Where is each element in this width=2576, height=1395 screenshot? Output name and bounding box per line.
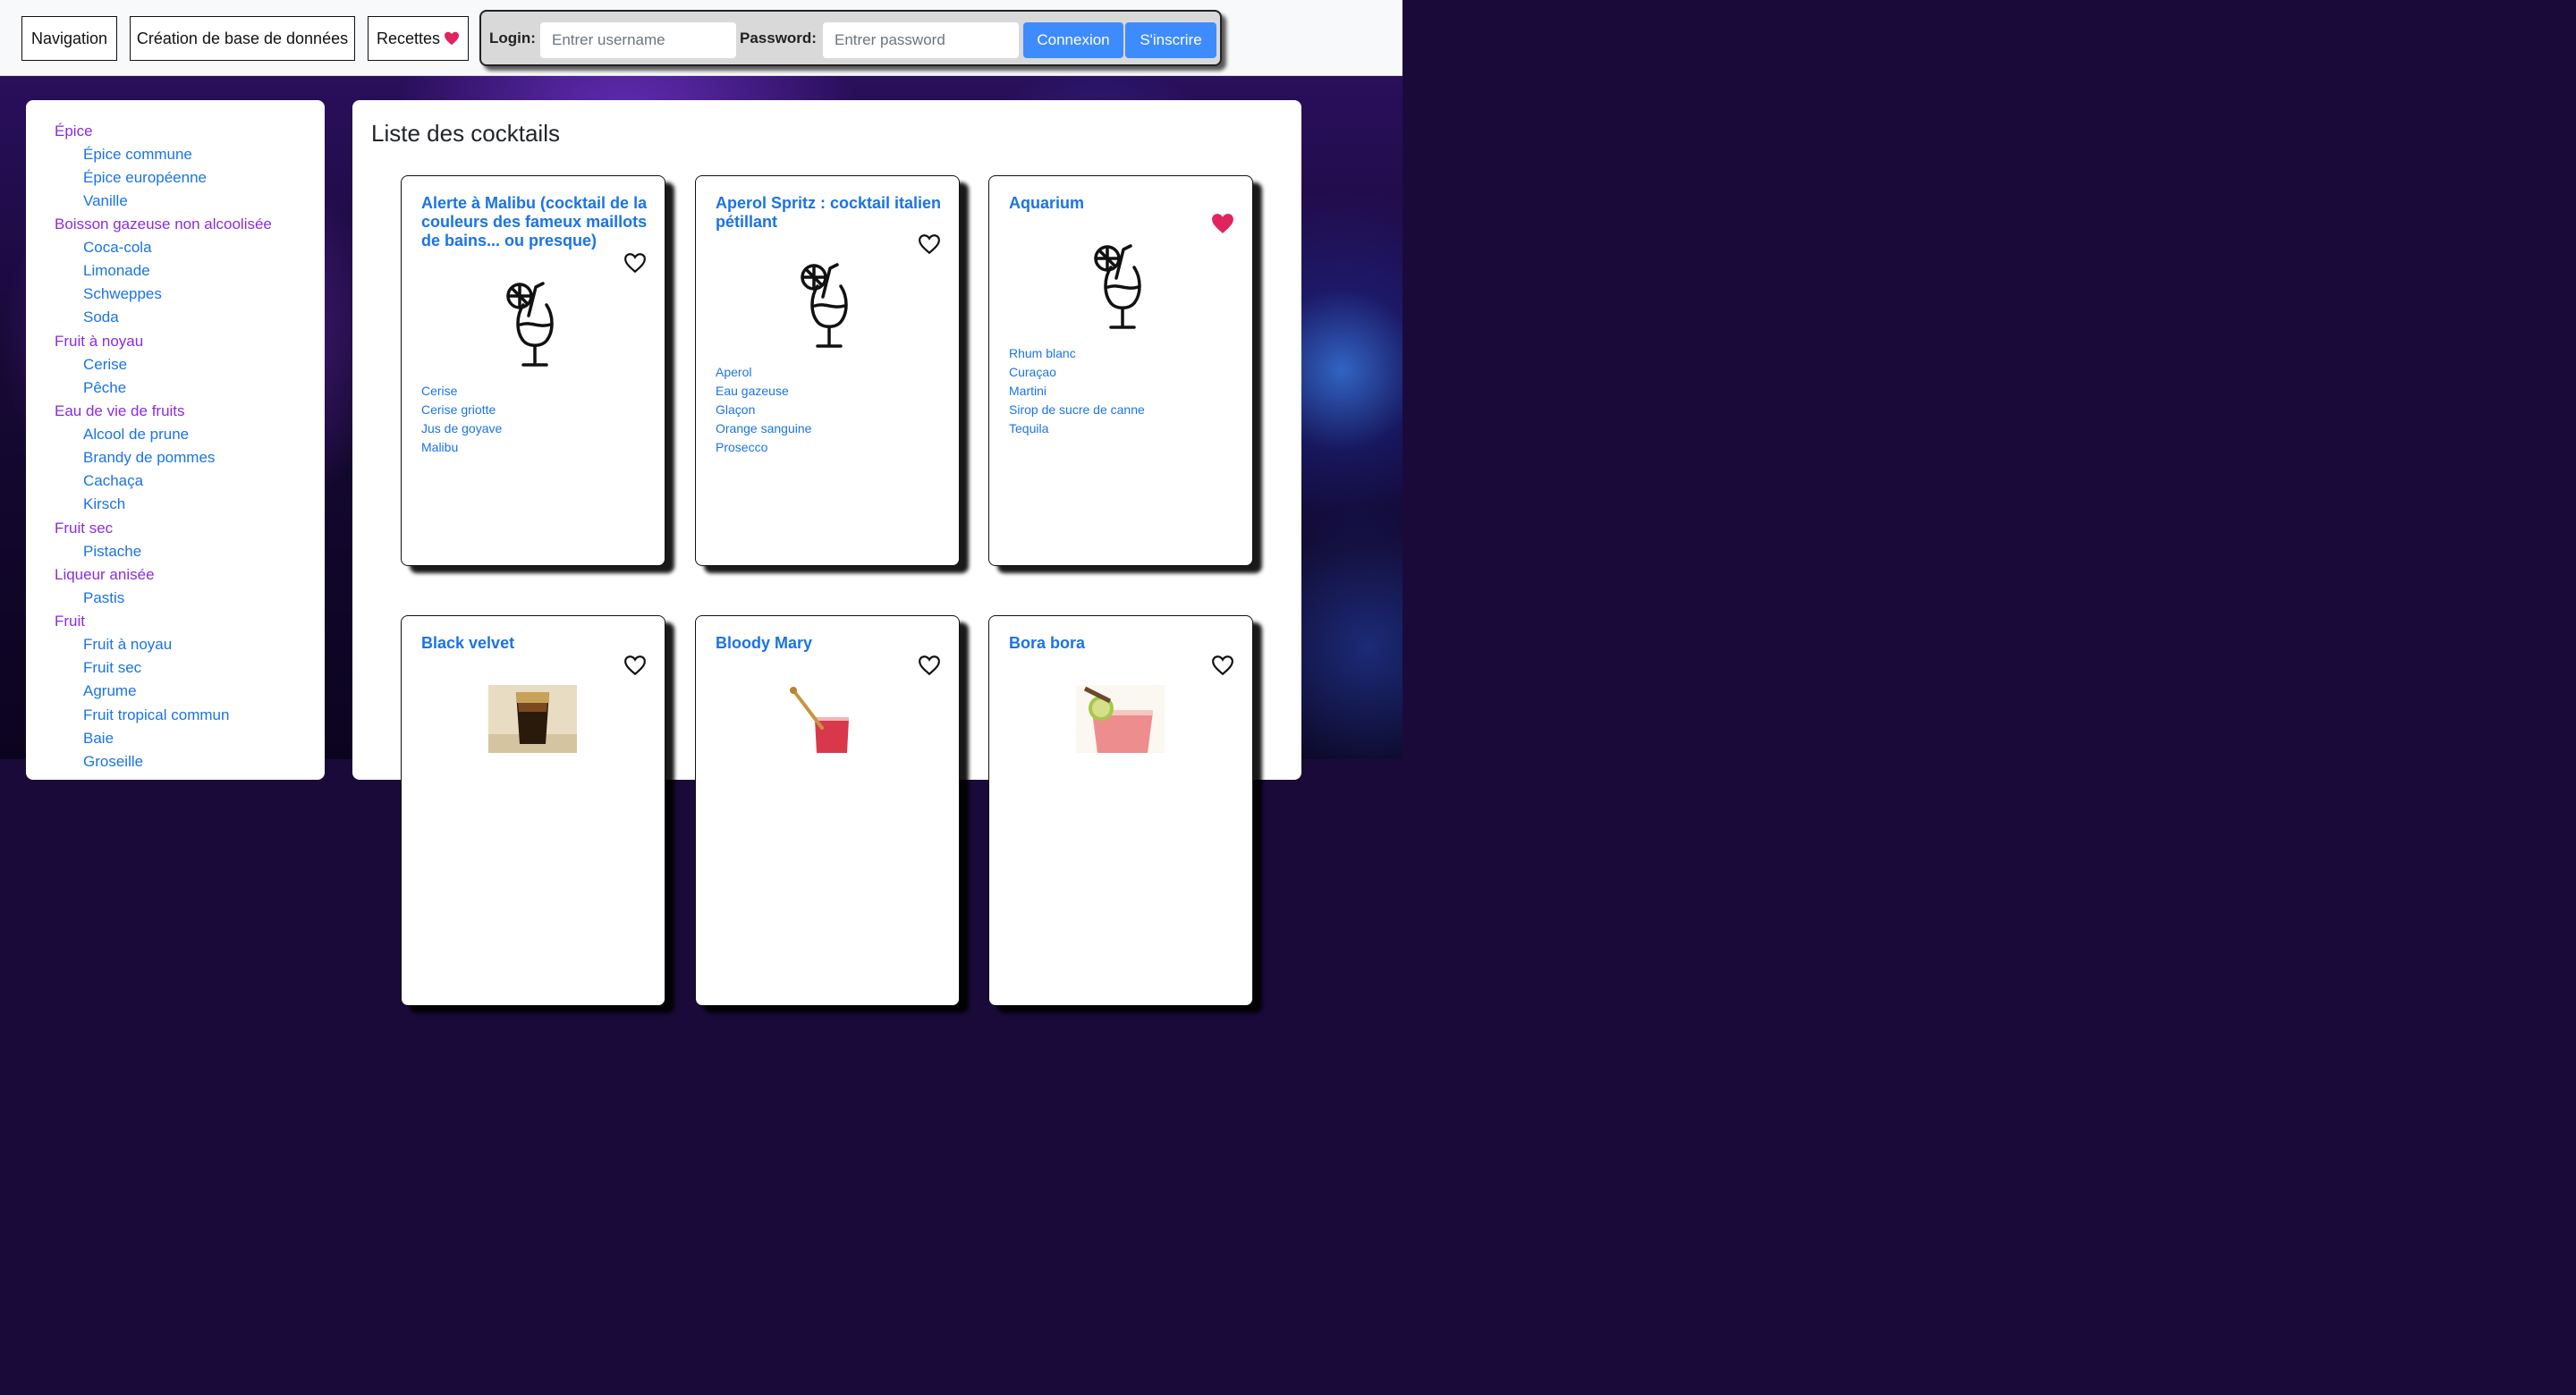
ingredient-list: Rhum blanc Curaçao Martini Sirop de sucr… xyxy=(1009,344,1145,438)
sidebar-item-limonade[interactable]: Limonade xyxy=(83,259,150,283)
cocktail-glass-icon xyxy=(506,282,554,367)
recettes-button[interactable]: Recettes xyxy=(368,16,469,61)
sidebar-item-pistache[interactable]: Pistache xyxy=(83,540,141,563)
sinscrire-button[interactable]: S'inscrire xyxy=(1125,22,1216,58)
password-label: Password: xyxy=(740,30,817,46)
heart-outline-icon[interactable] xyxy=(1211,654,1234,677)
ingredient-link[interactable]: Cerise xyxy=(421,382,502,401)
sidebar-item-groseille[interactable]: Groseille xyxy=(83,750,143,774)
sidebar-item-soda[interactable]: Soda xyxy=(83,306,119,329)
sidebar-category-liqueur-anisee[interactable]: Liqueur anisée xyxy=(55,563,155,587)
sidebar-item-kirsch[interactable]: Kirsch xyxy=(83,493,125,516)
ingredient-link[interactable]: Aperol xyxy=(716,363,811,382)
sidebar-item-epice-commune[interactable]: Épice commune xyxy=(83,143,192,166)
cocktail-glass-icon xyxy=(1094,244,1141,329)
page-title: Liste des cocktails xyxy=(371,120,560,147)
cocktail-title[interactable]: Bloody Mary xyxy=(716,634,945,653)
sidebar-item-cerise[interactable]: Cerise xyxy=(83,353,127,376)
ingredient-link[interactable]: Curaçao xyxy=(1009,363,1145,382)
database-creation-button[interactable]: Création de base de données xyxy=(130,16,355,61)
category-sidebar: Épice Épice commune Épice européenne Van… xyxy=(26,100,325,780)
sidebar-item-agrume[interactable]: Agrume xyxy=(83,680,137,703)
sidebar-category-boisson-gazeuse[interactable]: Boisson gazeuse non alcoolisée xyxy=(55,213,272,236)
cocktail-title[interactable]: Bora bora xyxy=(1009,634,1238,653)
sidebar-item-schweppes[interactable]: Schweppes xyxy=(83,283,162,306)
cocktail-card[interactable]: Bora bora xyxy=(988,615,1253,1006)
navigation-button[interactable]: Navigation xyxy=(21,16,117,61)
ingredient-link[interactable]: Sirop de sucre de canne xyxy=(1009,401,1145,419)
ingredient-link[interactable]: Martini xyxy=(1009,382,1145,401)
sidebar-category-fruit[interactable]: Fruit xyxy=(55,610,85,633)
cocktail-title[interactable]: Aquarium xyxy=(1009,194,1238,213)
sidebar-item-brandy-de-pommes[interactable]: Brandy de pommes xyxy=(83,446,215,469)
sidebar-item-fruit-sec[interactable]: Fruit sec xyxy=(83,656,141,680)
sidebar-category-fruit-a-noyau[interactable]: Fruit à noyau xyxy=(55,330,143,353)
sidebar-item-peche[interactable]: Pêche xyxy=(83,376,126,400)
cocktail-card[interactable]: Alerte à Malibu (cocktail de la couleurs… xyxy=(401,175,665,566)
sidebar-item-coca-cola[interactable]: Coca-cola xyxy=(83,236,152,259)
ingredient-link[interactable]: Rhum blanc xyxy=(1009,344,1145,363)
sidebar-item-baie[interactable]: Baie xyxy=(83,727,114,750)
cocktail-title[interactable]: Aperol Spritz : cocktail italien pétilla… xyxy=(716,194,945,232)
ingredient-link[interactable]: Eau gazeuse xyxy=(716,382,811,401)
cocktail-card[interactable]: Aquarium Rhum blanc Curaçao Martini Siro… xyxy=(988,175,1253,566)
heart-outline-icon[interactable] xyxy=(918,654,941,677)
login-label: Login: xyxy=(489,30,536,46)
cocktail-card[interactable]: Aperol Spritz : cocktail italien pétilla… xyxy=(695,175,960,566)
ingredient-list: Aperol Eau gazeuse Glaçon Orange sanguin… xyxy=(716,363,811,457)
ingredient-list: Cerise Cerise griotte Jus de goyave Mali… xyxy=(421,382,502,457)
ingredient-link[interactable]: Jus de goyave xyxy=(421,419,502,438)
ingredient-link[interactable]: Prosecco xyxy=(716,438,811,457)
ingredient-link[interactable]: Tequila xyxy=(1009,419,1145,438)
sidebar-item-fruit-a-noyau[interactable]: Fruit à noyau xyxy=(83,633,172,656)
ingredient-link[interactable]: Orange sanguine xyxy=(716,419,811,438)
connexion-button[interactable]: Connexion xyxy=(1023,22,1123,58)
sidebar-item-cachaca[interactable]: Cachaça xyxy=(83,469,143,493)
login-form: Login: Password: Connexion S'inscrire xyxy=(479,10,1222,66)
ingredient-link[interactable]: Glaçon xyxy=(716,401,811,419)
username-input[interactable] xyxy=(540,22,736,58)
cocktail-title[interactable]: Black velvet xyxy=(421,634,650,653)
recettes-label: Recettes xyxy=(376,29,441,47)
heart-outline-icon[interactable] xyxy=(623,654,647,677)
cocktail-card[interactable]: Black velvet xyxy=(401,615,665,1006)
sidebar-category-epice[interactable]: Épice xyxy=(55,120,93,143)
top-bar: Navigation Création de base de données R… xyxy=(0,0,1402,76)
sidebar-item-fruit-tropical-commun[interactable]: Fruit tropical commun xyxy=(83,704,229,727)
bloody-mary-photo xyxy=(783,685,871,753)
black-velvet-photo xyxy=(488,685,577,753)
heart-filled-icon[interactable] xyxy=(1211,212,1234,235)
sidebar-item-epice-europeenne[interactable]: Épice européenne xyxy=(83,166,207,190)
sidebar-item-pastis[interactable]: Pastis xyxy=(83,587,124,610)
heart-icon xyxy=(445,31,460,46)
sidebar-category-eau-de-vie[interactable]: Eau de vie de fruits xyxy=(55,400,185,423)
password-input[interactable] xyxy=(823,22,1019,58)
cocktail-list-panel: Liste des cocktails Alerte à Malibu (coc… xyxy=(352,100,1301,1006)
heart-outline-icon[interactable] xyxy=(918,232,941,256)
sidebar-category-fruit-sec[interactable]: Fruit sec xyxy=(55,517,113,540)
cocktail-glass-icon xyxy=(801,263,848,348)
heart-outline-icon[interactable] xyxy=(623,251,647,275)
cocktail-card[interactable]: Bloody Mary xyxy=(695,615,960,1006)
ingredient-link[interactable]: Cerise griotte xyxy=(421,401,502,419)
ingredient-link[interactable]: Malibu xyxy=(421,438,502,457)
sidebar-item-alcool-de-prune[interactable]: Alcool de prune xyxy=(83,423,189,446)
bora-bora-photo xyxy=(1076,685,1165,753)
cocktail-title[interactable]: Alerte à Malibu (cocktail de la couleurs… xyxy=(421,194,650,250)
sidebar-item-vanille[interactable]: Vanille xyxy=(83,190,128,213)
